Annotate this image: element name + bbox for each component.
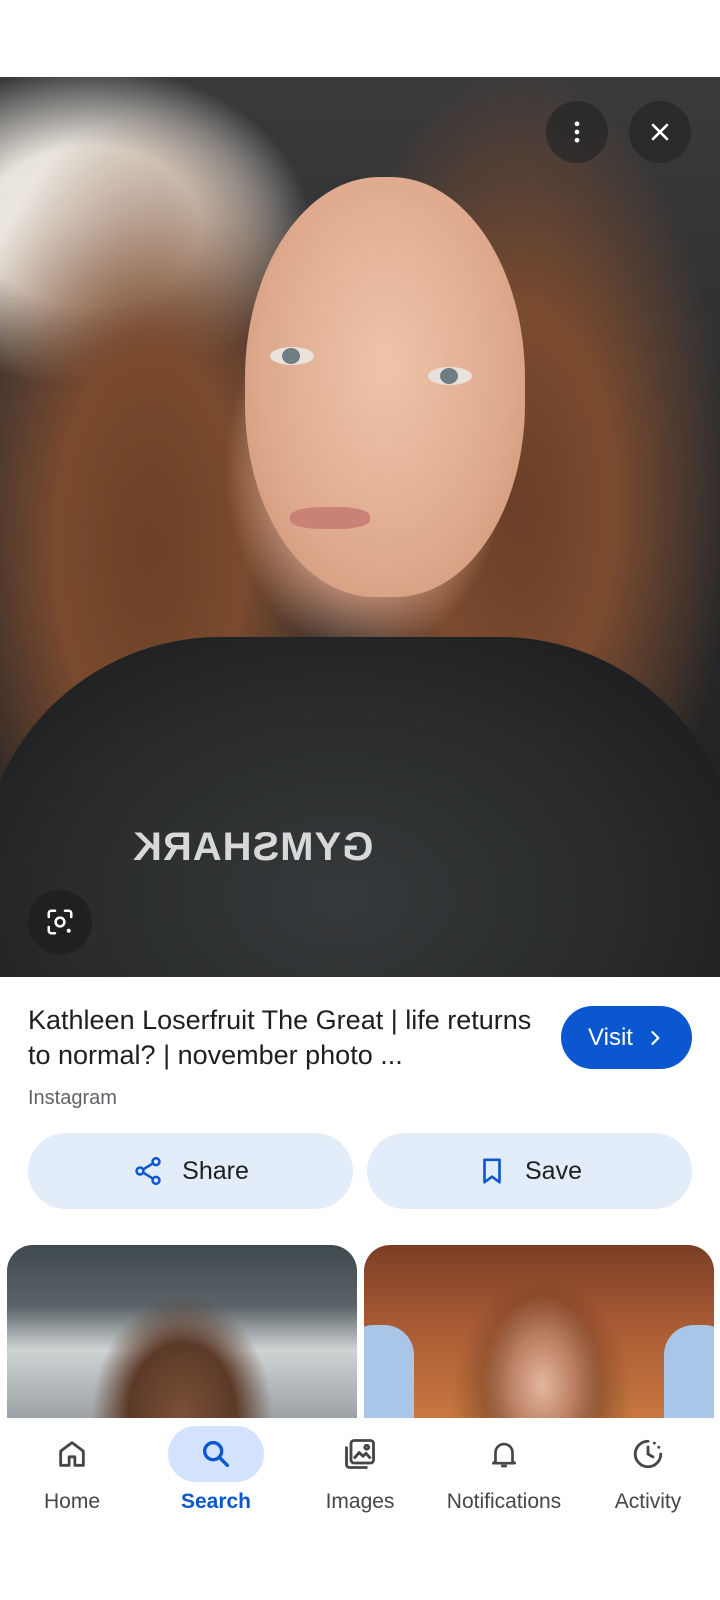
- result-source: Instagram: [28, 1087, 117, 1109]
- nav-images[interactable]: Images: [288, 1426, 432, 1536]
- share-icon: [135, 1156, 161, 1186]
- nav-images-icon-wrap: [312, 1426, 408, 1482]
- image-torso: [0, 637, 720, 977]
- nav-home-label: Home: [43, 1490, 101, 1513]
- result-info: Kathleen Loserfruit The Great | life ret…: [28, 1003, 548, 1110]
- more-vert-icon: [574, 121, 580, 143]
- nav-notifications[interactable]: Notifications: [432, 1426, 576, 1536]
- image-preview[interactable]: GYMSHARK: [0, 77, 720, 977]
- lens-button[interactable]: [28, 890, 92, 954]
- images-icon: [345, 1439, 375, 1469]
- close-icon: [651, 123, 669, 141]
- chevron-right-icon: [651, 1030, 660, 1045]
- save-button[interactable]: Save: [367, 1133, 692, 1209]
- nav-images-label: Images: [325, 1490, 395, 1513]
- status-bar: [0, 0, 720, 77]
- save-label: Save: [525, 1156, 582, 1185]
- lens-icon: [47, 909, 73, 935]
- nav-activity-icon-wrap: [600, 1426, 696, 1482]
- related-image-2[interactable]: [364, 1245, 714, 1420]
- bookmark-icon: [483, 1158, 501, 1184]
- image-sleeve-right: [664, 1325, 714, 1420]
- share-button[interactable]: Share: [28, 1133, 353, 1209]
- image-mouth: [290, 507, 370, 529]
- result-title[interactable]: Kathleen Loserfruit The Great | life ret…: [28, 1003, 548, 1073]
- nav-activity[interactable]: Activity: [576, 1426, 720, 1536]
- image-eye-right: [428, 367, 472, 385]
- share-label: Share: [182, 1156, 249, 1185]
- related-image-1[interactable]: [7, 1245, 357, 1420]
- visit-label: Visit: [588, 1023, 633, 1051]
- more-options-button[interactable]: [546, 101, 608, 163]
- visit-button[interactable]: Visit: [561, 1006, 692, 1069]
- activity-icon: [633, 1439, 663, 1469]
- nav-search-label: Search: [180, 1490, 252, 1513]
- image-face: [245, 177, 525, 597]
- nav-home[interactable]: Home: [0, 1426, 144, 1536]
- nav-notifications-label: Notifications: [446, 1490, 562, 1513]
- nav-home-icon-wrap: [24, 1426, 120, 1482]
- nav-search-icon-wrap: [168, 1426, 264, 1482]
- image-eye-left: [270, 347, 314, 365]
- nav-search[interactable]: Search: [144, 1426, 288, 1536]
- nav-notifications-icon-wrap: [456, 1426, 552, 1482]
- home-icon: [59, 1441, 85, 1467]
- nav-activity-label: Activity: [614, 1490, 682, 1513]
- close-button[interactable]: [629, 101, 691, 163]
- bottom-navigation: Home Search Images Notifications Activit…: [0, 1418, 720, 1600]
- bell-icon: [492, 1442, 516, 1468]
- image-sleeve-left: [364, 1325, 414, 1420]
- shirt-text: GYMSHARK: [132, 825, 374, 869]
- search-icon: [202, 1440, 230, 1468]
